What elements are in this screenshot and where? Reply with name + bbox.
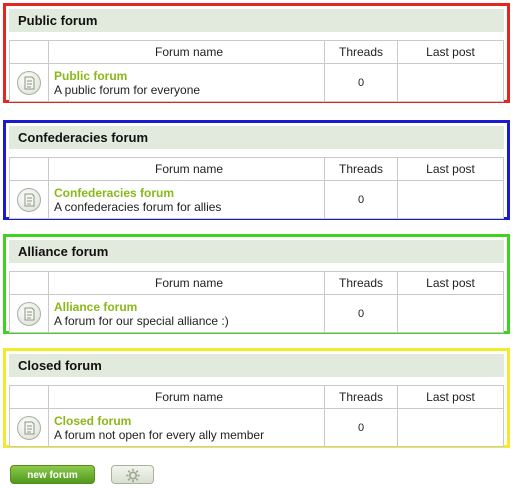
forum-description: A confederacies forum for allies bbox=[54, 199, 222, 214]
table-header-row: Forum name Threads Last post bbox=[9, 271, 504, 295]
threads-column-header: Threads bbox=[324, 271, 398, 295]
thread-count: 0 bbox=[324, 180, 398, 219]
forum-name-cell: Alliance forum A forum for our special a… bbox=[48, 294, 325, 333]
forum-document-icon[interactable] bbox=[17, 415, 41, 440]
table-header-row: Forum name Threads Last post bbox=[9, 40, 504, 64]
forum-title-link[interactable]: Closed forum bbox=[54, 414, 324, 428]
thread-count: 0 bbox=[324, 63, 398, 102]
thread-count: 0 bbox=[324, 408, 398, 447]
forum-section-public: Public forum Forum name Threads Last pos… bbox=[3, 3, 510, 103]
forum-table: Forum name Threads Last post Alliance fo… bbox=[9, 271, 504, 333]
table-header-row: Forum name Threads Last post bbox=[9, 385, 504, 409]
thread-count: 0 bbox=[324, 294, 398, 333]
last-post-cell bbox=[397, 63, 504, 102]
forum-name-cell: Public forum A public forum for everyone bbox=[48, 63, 325, 102]
forum-description: A forum for our special alliance :) bbox=[54, 313, 229, 328]
forum-name-column-header: Forum name bbox=[48, 271, 325, 295]
section-header: Confederacies forum bbox=[9, 126, 504, 149]
table-row: Alliance forum A forum for our special a… bbox=[9, 294, 504, 333]
forum-description: A forum not open for every ally member bbox=[54, 427, 265, 442]
last-post-column-header: Last post bbox=[397, 40, 504, 64]
section-header: Alliance forum bbox=[9, 240, 504, 263]
forum-icon-cell bbox=[9, 180, 49, 219]
settings-button[interactable] bbox=[111, 465, 154, 484]
forum-section-closed: Closed forum Forum name Threads Last pos… bbox=[3, 348, 510, 448]
table-header-row: Forum name Threads Last post bbox=[9, 157, 504, 181]
forum-name-column-header: Forum name bbox=[48, 385, 325, 409]
forum-name-column-header: Forum name bbox=[48, 157, 325, 181]
forum-document-icon[interactable] bbox=[17, 301, 41, 326]
forum-table: Forum name Threads Last post Closed foru… bbox=[9, 385, 504, 447]
forum-table: Forum name Threads Last post Confederaci… bbox=[9, 157, 504, 219]
forum-title-link[interactable]: Alliance forum bbox=[54, 300, 324, 314]
icon-column-header bbox=[9, 385, 49, 409]
last-post-cell bbox=[397, 294, 504, 333]
new-forum-button[interactable]: new forum bbox=[10, 465, 95, 484]
threads-column-header: Threads bbox=[324, 157, 398, 181]
last-post-column-header: Last post bbox=[397, 385, 504, 409]
forum-name-cell: Closed forum A forum not open for every … bbox=[48, 408, 325, 447]
threads-column-header: Threads bbox=[324, 385, 398, 409]
forum-title-link[interactable]: Public forum bbox=[54, 69, 324, 83]
last-post-cell bbox=[397, 180, 504, 219]
forum-icon-cell bbox=[9, 63, 49, 102]
forum-title-link[interactable]: Confederacies forum bbox=[54, 186, 324, 200]
section-header: Closed forum bbox=[9, 354, 504, 377]
icon-column-header bbox=[9, 40, 49, 64]
threads-column-header: Threads bbox=[324, 40, 398, 64]
forum-name-column-header: Forum name bbox=[48, 40, 325, 64]
forum-name-cell: Confederacies forum A confederacies foru… bbox=[48, 180, 325, 219]
forum-description: A public forum for everyone bbox=[54, 82, 201, 97]
last-post-cell bbox=[397, 408, 504, 447]
forum-section-confederacies: Confederacies forum Forum name Threads L… bbox=[3, 120, 510, 220]
section-header: Public forum bbox=[9, 9, 504, 32]
forum-document-icon[interactable] bbox=[17, 187, 41, 212]
table-row: Public forum A public forum for everyone… bbox=[9, 63, 504, 102]
forum-document-icon[interactable] bbox=[17, 70, 41, 95]
table-row: Closed forum A forum not open for every … bbox=[9, 408, 504, 447]
forum-icon-cell bbox=[9, 408, 49, 447]
forum-icon-cell bbox=[9, 294, 49, 333]
last-post-column-header: Last post bbox=[397, 271, 504, 295]
icon-column-header bbox=[9, 271, 49, 295]
forum-section-alliance: Alliance forum Forum name Threads Last p… bbox=[3, 234, 510, 334]
last-post-column-header: Last post bbox=[397, 157, 504, 181]
forum-table: Forum name Threads Last post Public foru… bbox=[9, 40, 504, 102]
icon-column-header bbox=[9, 157, 49, 181]
table-row: Confederacies forum A confederacies foru… bbox=[9, 180, 504, 219]
